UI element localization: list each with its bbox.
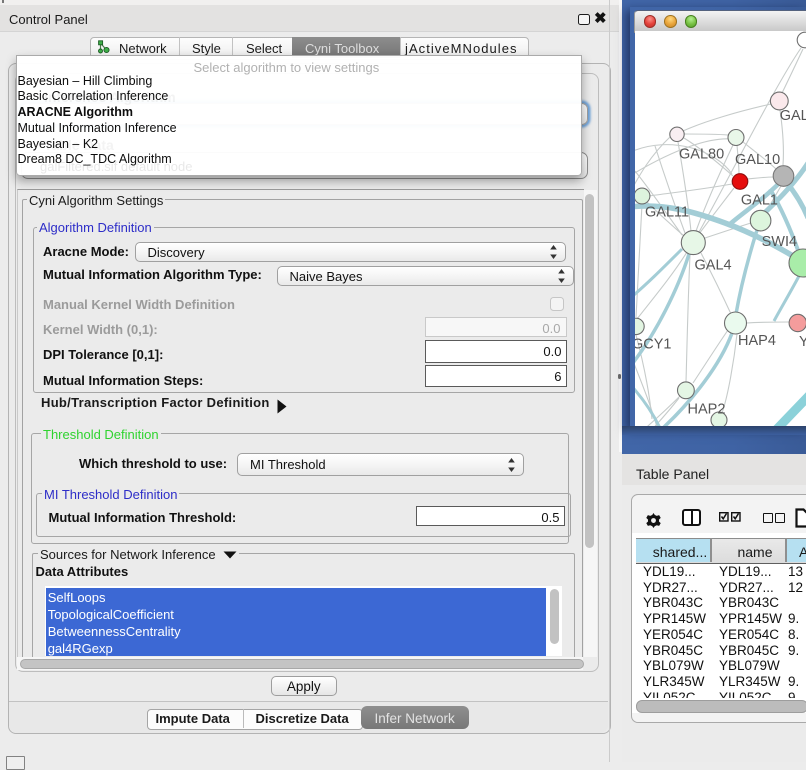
svg-text:GAL: GAL (779, 108, 806, 124)
svg-text:Y: Y (799, 334, 806, 350)
svg-text:HAP2: HAP2 (687, 402, 725, 418)
svg-text:GAL80: GAL80 (679, 147, 724, 163)
svg-text:GAL1: GAL1 (740, 193, 777, 209)
svg-text:HAP4: HAP4 (738, 333, 776, 349)
svg-text:GAL11: GAL11 (645, 205, 689, 221)
svg-text:GAL4: GAL4 (694, 258, 731, 274)
svg-text:GCY1: GCY1 (635, 337, 672, 353)
svg-text:SWI4: SWI4 (761, 234, 796, 250)
svg-text:GAL10: GAL10 (735, 152, 780, 168)
